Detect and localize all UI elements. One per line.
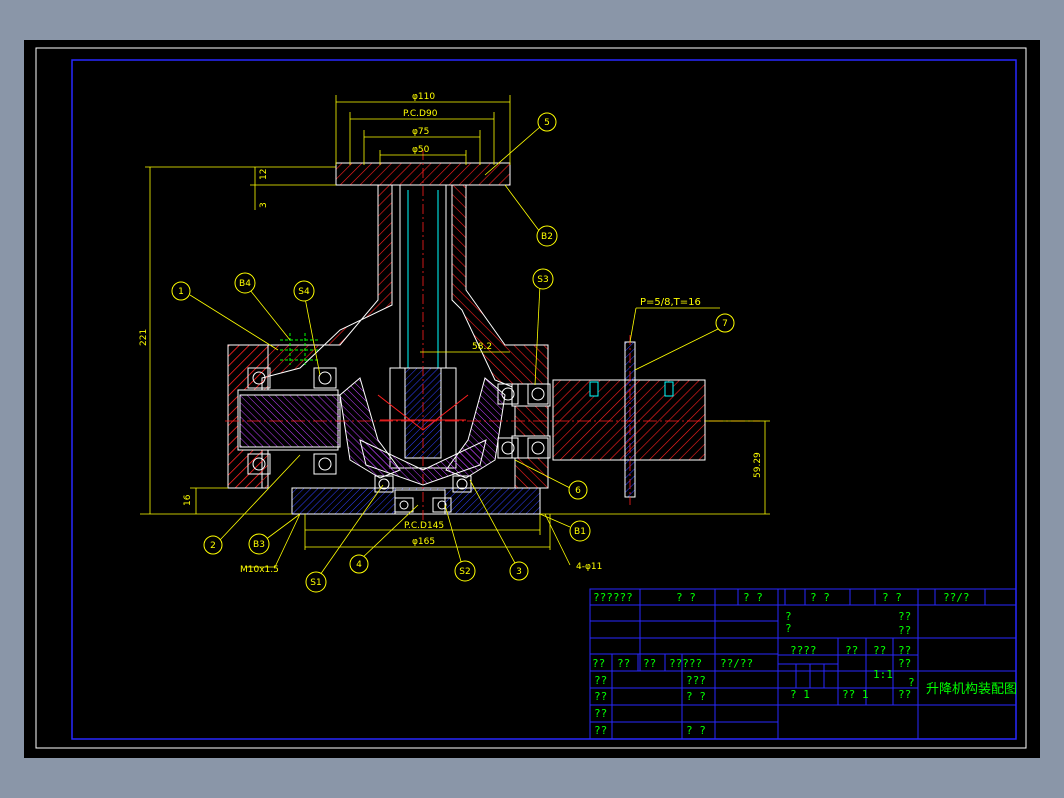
balloon-7: 7 (722, 319, 728, 329)
balloon-B1: B1 (574, 527, 586, 537)
tb-header-5: ? ? (882, 591, 902, 604)
tb-row-label-5: ??/?? (720, 657, 753, 670)
dim-phi165: φ165 (412, 537, 435, 547)
dim-pcd145: P.C.D145 (404, 521, 444, 531)
tb-4q: ???? (790, 644, 817, 657)
tb-row-label-3: ?? (643, 657, 656, 670)
dim-3: 3 (259, 202, 269, 208)
dim-59-29: 59.29 (753, 452, 763, 478)
tb-header-1: ?????? (593, 591, 633, 604)
tb-qq-b: ? ? (686, 724, 706, 737)
base-plate (291, 487, 541, 515)
balloon-6: 6 (575, 486, 581, 496)
balloon-S4: S4 (298, 287, 310, 297)
balloon-4: 4 (356, 560, 362, 570)
balloon-S1: S1 (310, 578, 321, 588)
tb-title-overlap: ? (908, 676, 915, 689)
drawing-title: 升降机构装配图 (926, 682, 1017, 697)
assembly-drawing: φ110 P.C.D90 φ75 φ50 12 3 221 16 58.2 59… (35, 47, 1027, 749)
balloon-3: 3 (516, 567, 522, 577)
tb-row-label-4: ????? (669, 657, 702, 670)
tb-row-label-1: ?? (592, 657, 605, 670)
tb-left-row-2: ?? (594, 690, 607, 703)
tb-q3: ??? (686, 674, 706, 687)
tb-header-6: ??/? (943, 591, 970, 604)
balloon-5: 5 (544, 118, 550, 128)
tb-header-2: ? ? (676, 591, 696, 604)
tb-ratio: 1:1 (873, 668, 893, 681)
dim-phi110: φ110 (412, 92, 435, 102)
cad-viewport[interactable]: φ110 P.C.D90 φ75 φ50 12 3 221 16 58.2 59… (24, 40, 1040, 758)
dim-221: 221 (139, 329, 149, 346)
tb-sheet-a: ? 1 (790, 688, 810, 701)
tb-qq-1: ?? (898, 610, 911, 623)
tb-header-3: ? ? (743, 591, 763, 604)
dim-phi50: φ50 (412, 145, 430, 155)
balloon-B2: B2 (541, 232, 553, 242)
tb-sheet-q: ?? (898, 688, 911, 701)
balloon-S2: S2 (459, 567, 470, 577)
tb-ratio-q: ?? (898, 657, 911, 670)
tb-qq-3: ?? (845, 644, 858, 657)
tb-left-row-4: ?? (594, 724, 607, 737)
dim-m10: M10x1.5 (240, 565, 279, 575)
balloon-B4: B4 (239, 279, 251, 289)
dim-58-2: 58.2 (472, 342, 492, 352)
tb-qq-4: ?? (873, 644, 886, 657)
dim-phi75: φ75 (412, 127, 429, 137)
tb-left-row-3: ?? (594, 707, 607, 720)
tb-left-row-1: ?? (594, 674, 607, 687)
tb-qq-a: ? ? (686, 690, 706, 703)
balloon-B3: B3 (253, 540, 265, 550)
tb-mark-2: ? (785, 622, 792, 635)
dim-holes: 4-φ11 (576, 562, 602, 572)
dim-chain: P=5/8,T=16 (640, 297, 701, 308)
tb-sheet-b: ?? 1 (842, 688, 869, 701)
tb-header-4: ? ? (810, 591, 830, 604)
tb-qq-5: ?? (898, 644, 911, 657)
balloon-S3: S3 (537, 275, 548, 285)
tb-row-label-2: ?? (617, 657, 630, 670)
balloon-2: 2 (210, 541, 216, 551)
balloon-1: 1 (178, 287, 184, 297)
dim-12: 12 (259, 169, 269, 180)
dim-16: 16 (183, 494, 193, 506)
dim-pcd90: P.C.D90 (403, 109, 438, 119)
tb-qq-2: ?? (898, 624, 911, 637)
